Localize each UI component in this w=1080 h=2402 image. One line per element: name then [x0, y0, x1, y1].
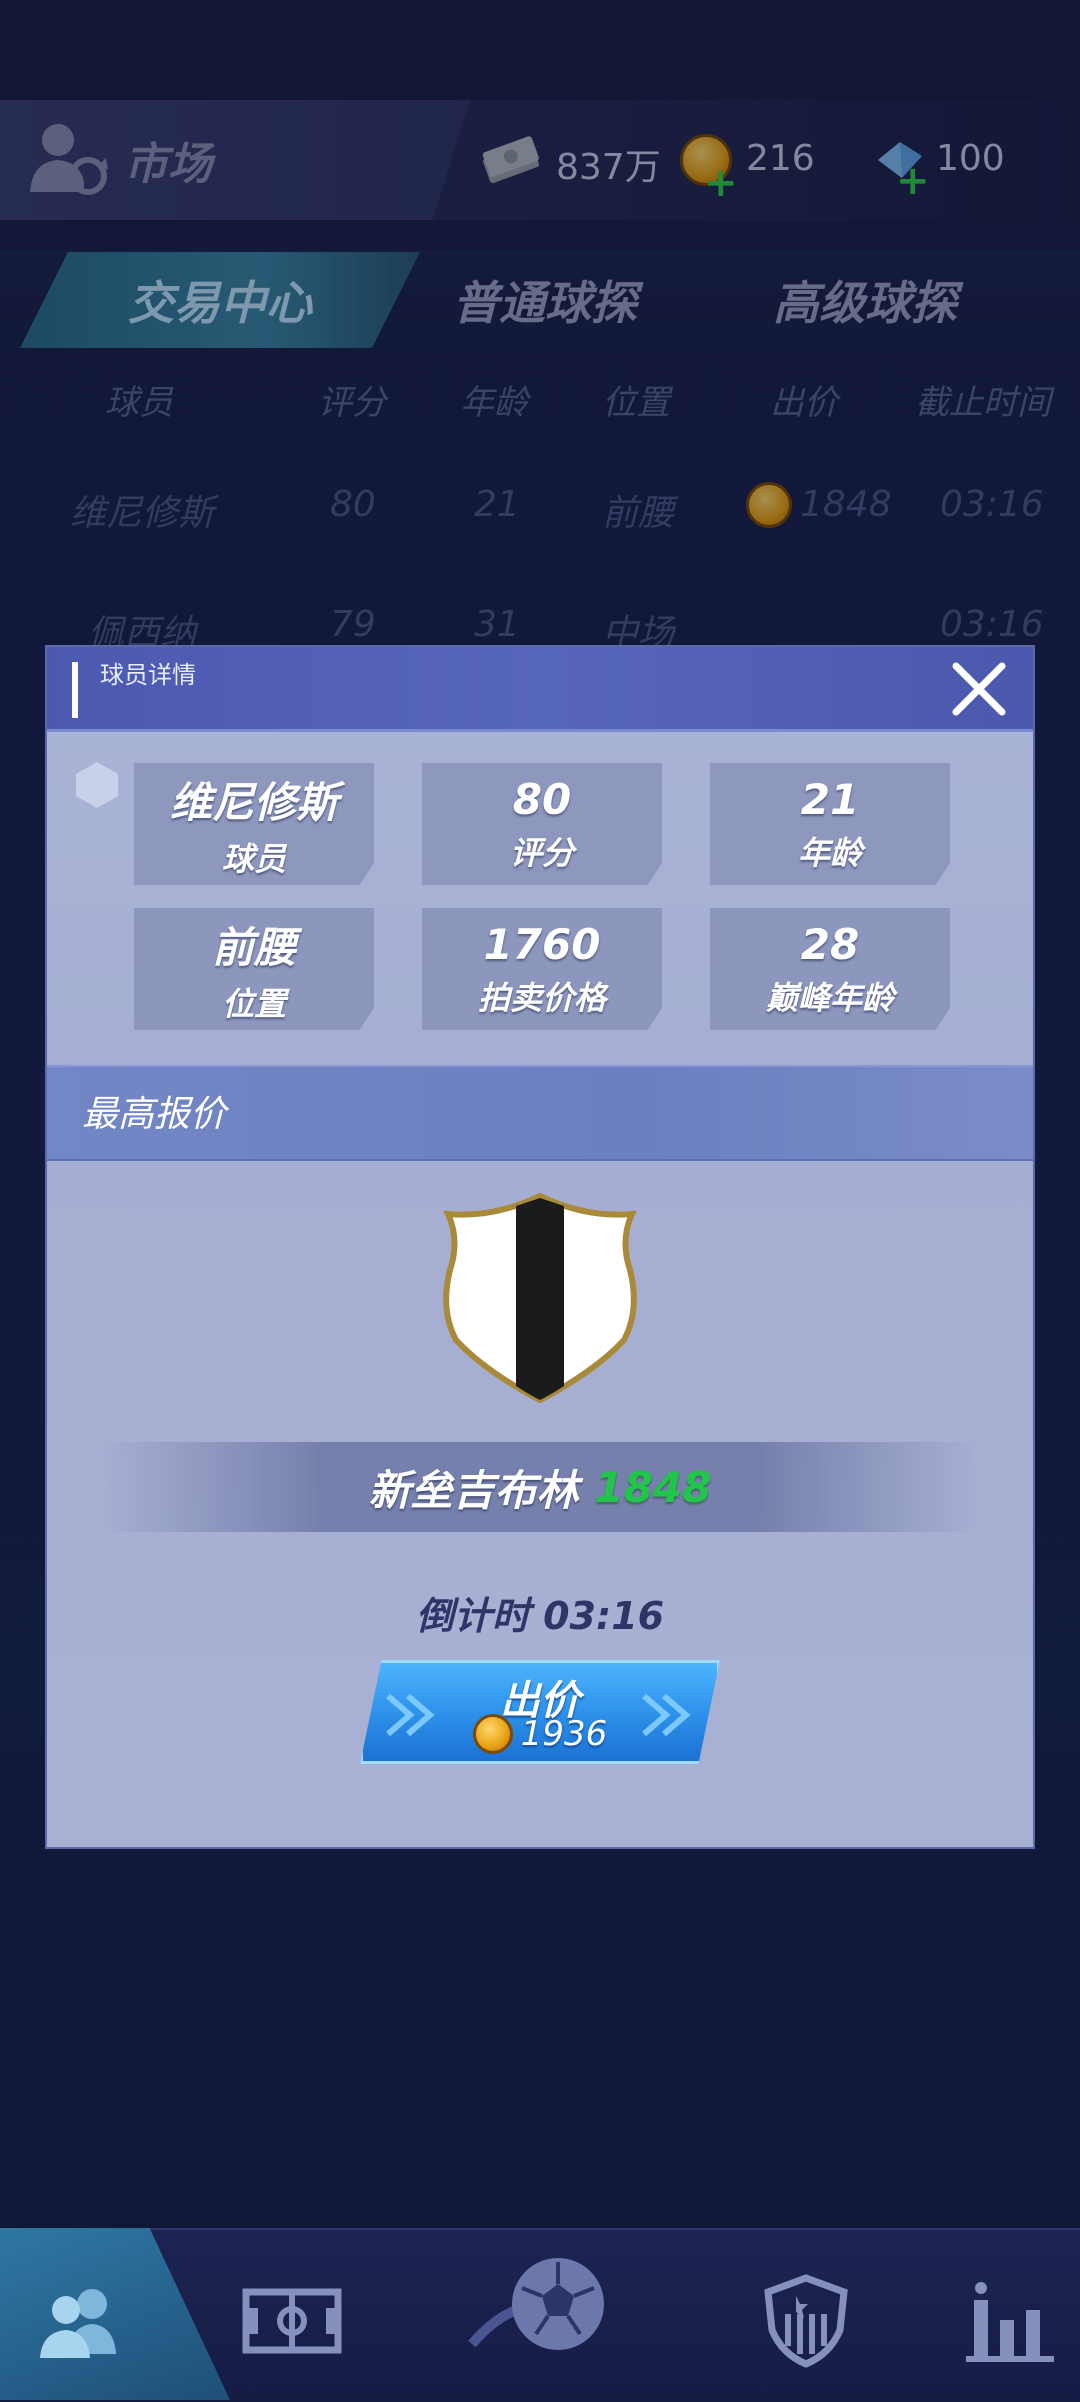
club-badge-icon[interactable]	[756, 2270, 856, 2370]
stat-label: 年龄	[797, 833, 862, 872]
stat-label: 评分	[509, 833, 574, 872]
stat-peak-age: 28 巅峰年龄	[710, 908, 950, 1030]
soccer-ball-icon[interactable]	[466, 2244, 616, 2384]
stat-value: 1760	[483, 919, 601, 969]
stat-value: 21	[800, 774, 860, 824]
pitch-icon[interactable]	[242, 2270, 342, 2370]
stat-age: 21 年龄	[710, 763, 950, 885]
bid-button-price: 1936	[520, 1714, 608, 1754]
stat-rating: 80 评分	[422, 763, 662, 885]
countdown-timer: 倒计时 03:16	[415, 1594, 665, 1638]
stat-value: 80	[512, 774, 572, 824]
close-icon[interactable]	[948, 658, 1010, 720]
team-icon[interactable]	[30, 2270, 130, 2370]
stat-value: 28	[800, 919, 860, 969]
stat-auction-price: 1760 拍卖价格	[422, 908, 662, 1030]
modal-header-accent	[72, 662, 78, 718]
modal-title: 球员详情	[100, 661, 196, 689]
stats-icon[interactable]	[960, 2270, 1060, 2370]
stat-label: 拍卖价格	[477, 978, 606, 1017]
stat-value: 前腰	[211, 922, 296, 972]
stat-label: 巅峰年龄	[765, 978, 894, 1017]
top-bidder-row: 新垒吉布林 1848	[100, 1442, 980, 1532]
stat-label: 球员	[221, 839, 286, 878]
stat-player: 维尼修斯 球员	[134, 763, 374, 885]
highest-offer-label: 最高报价	[82, 1094, 227, 1135]
bidder-name: 新垒吉布林	[368, 1465, 579, 1515]
stat-value: 维尼修斯	[169, 777, 338, 827]
gold-coin-icon	[472, 1714, 513, 1754]
club-crest-icon	[434, 1190, 646, 1404]
stat-label: 位置	[221, 984, 286, 1023]
stat-position: 前腰 位置	[134, 908, 374, 1030]
bidder-amount: 1848	[594, 1462, 712, 1512]
bid-button-price-row: 1936	[360, 1714, 720, 1754]
hexagon-decoration	[72, 760, 122, 810]
